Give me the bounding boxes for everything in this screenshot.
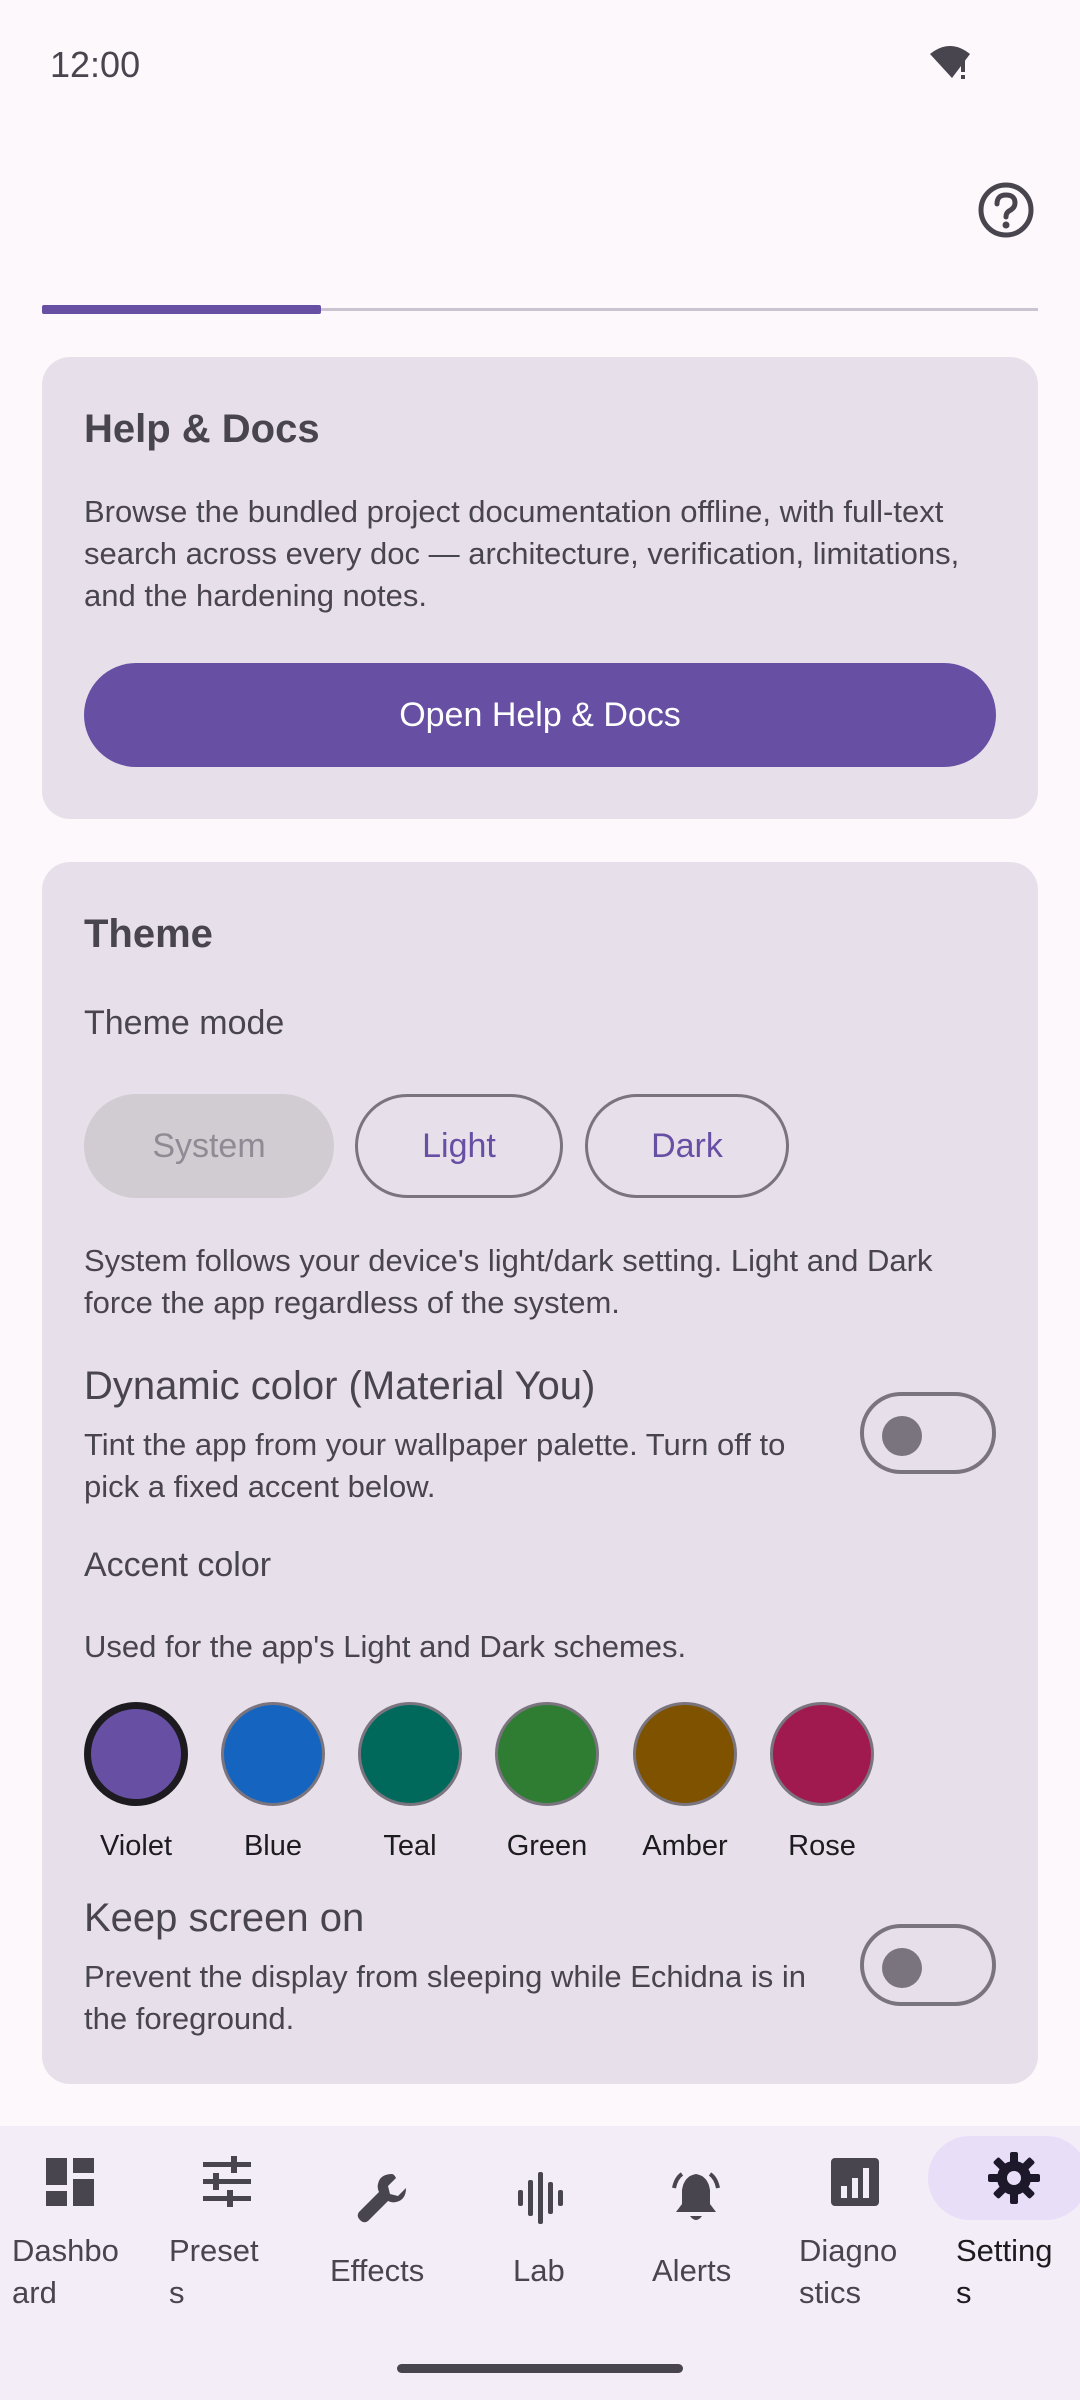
nav-label-presets-line2: s [169,2275,185,2310]
nav-label-effects: Effects [330,2253,425,2288]
accent-swatch-blue[interactable] [221,1702,325,1806]
theme-card: Theme Theme mode System Light Dark Syste… [42,862,1038,2084]
nav-item-alerts[interactable]: Alerts [620,2126,770,2326]
theme-title: Theme [84,912,213,956]
keep-screen-on-switch[interactable] [860,1924,996,2006]
accent-label-amber: Amber [642,1830,728,1862]
accent-label-green: Green [506,1830,588,1862]
accent-label-violet: Violet [99,1830,173,1862]
nav-label-lab: Lab [513,2253,565,2288]
status-bar: 12:00 [0,0,1080,130]
bottom-navigation: Dashbo ard Preset s Effects Lab Alerts D… [0,2126,1080,2400]
dynamic-color-description: Tint the app from your wallpaper palette… [84,1427,786,1504]
dashboard-icon [46,2158,94,2206]
help-icon[interactable] [976,180,1036,240]
keep-screen-on-title: Keep screen on [84,1896,365,1940]
accent-label-teal: Teal [383,1830,437,1862]
theme-mode-dark-button[interactable]: Dark [585,1094,789,1198]
tune-icon [203,2156,251,2207]
nav-label-settings-line1: Setting [956,2233,1053,2268]
gesture-handle[interactable] [397,2364,683,2373]
switch-thumb [882,1416,922,1456]
wifi-alert-icon [930,46,970,79]
gear-icon [988,2152,1040,2204]
status-time: 12:00 [50,44,141,85]
accent-swatch-green[interactable] [495,1702,599,1806]
nav-label-dashboard-line2: ard [12,2275,57,2310]
help-docs-card: Help & Docs Browse the bundled project d… [42,357,1038,819]
theme-mode-light-button[interactable]: Light [355,1094,563,1198]
accent-color-title: Accent color [84,1546,272,1584]
theme-mode-label: Theme mode [84,1004,285,1042]
progress-indicator [42,305,321,314]
nav-label-settings-line2: s [956,2275,972,2310]
nav-item-presets[interactable]: Preset s [155,2126,305,2326]
nav-label-presets-line1: Preset [169,2233,259,2268]
nav-item-settings[interactable]: Setting s [930,2126,1080,2326]
nav-item-diagnostics[interactable]: Diagno stics [775,2126,925,2326]
help-docs-description: Browse the bundled project documentation… [84,494,960,613]
accent-swatch-violet[interactable] [84,1702,188,1806]
nav-item-effects[interactable]: Effects [310,2126,460,2326]
accent-color-description: Used for the app's Light and Dark scheme… [84,1629,687,1664]
accent-swatch-rose[interactable] [770,1702,874,1806]
help-docs-title: Help & Docs [84,407,320,451]
theme-mode-system-button[interactable]: System [84,1094,334,1198]
accent-swatch-teal[interactable] [358,1702,462,1806]
bell-icon [672,2172,720,2220]
nav-label-diagnostics-line2: stics [799,2275,861,2310]
accent-label-blue: Blue [243,1830,303,1862]
accent-swatch-amber[interactable] [633,1702,737,1806]
dynamic-color-title: Dynamic color (Material You) [84,1364,596,1408]
theme-mode-description: System follows your device's light/dark … [84,1243,933,1320]
dynamic-color-switch[interactable] [860,1392,996,1474]
waveform-icon [518,2172,563,2224]
keep-screen-on-description: Prevent the display from sleeping while … [84,1959,806,2036]
accent-label-rose: Rose [788,1830,856,1862]
chart-icon [831,2158,879,2206]
nav-label-diagnostics-line1: Diagno [799,2233,898,2268]
switch-thumb [882,1948,922,1988]
nav-item-dashboard[interactable]: Dashbo ard [0,2126,150,2326]
nav-label-dashboard-line1: Dashbo [12,2233,119,2268]
wrench-icon [357,2174,406,2223]
open-help-docs-button[interactable]: Open Help & Docs [84,663,996,767]
nav-label-alerts: Alerts [652,2253,732,2288]
nav-item-lab[interactable]: Lab [465,2126,615,2326]
